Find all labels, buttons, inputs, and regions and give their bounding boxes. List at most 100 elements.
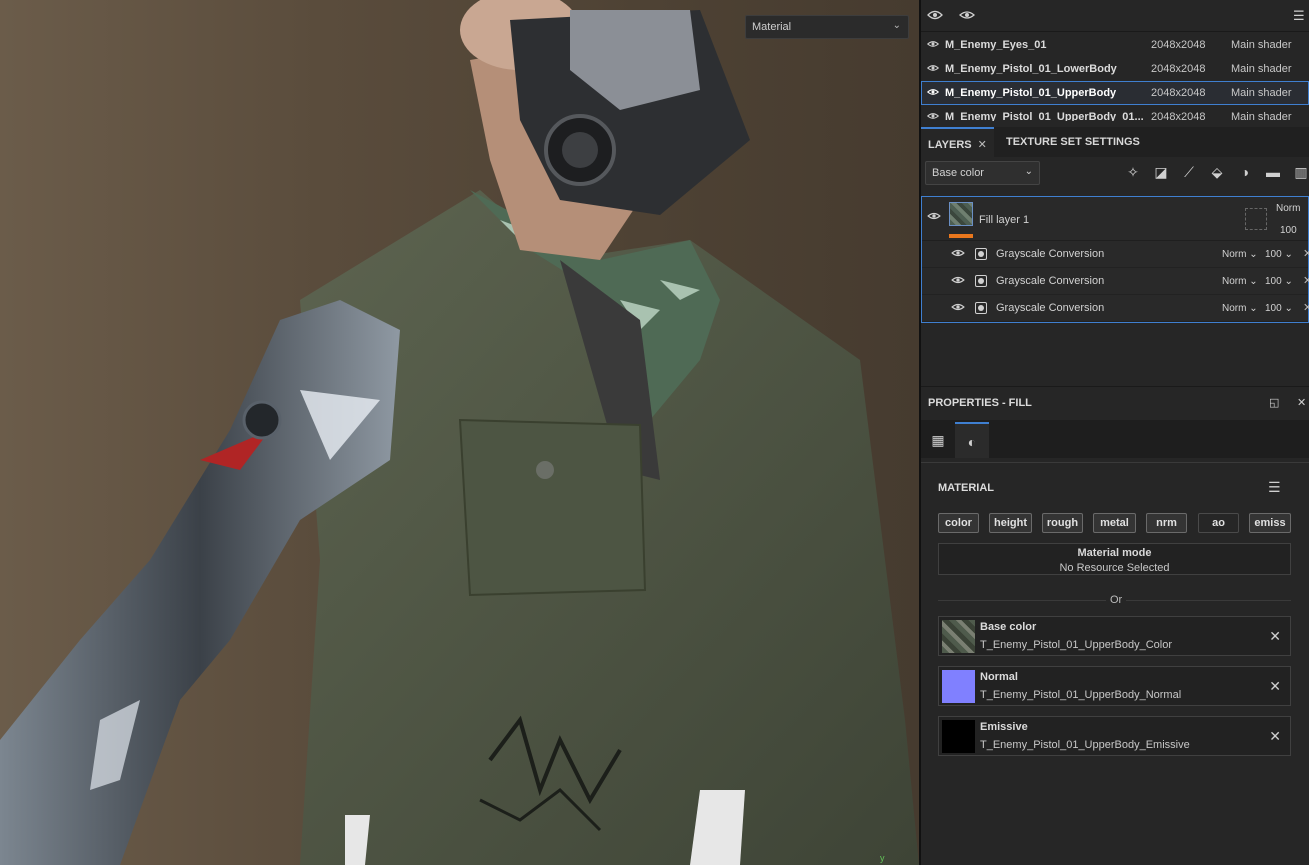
- channel-toggle-emiss[interactable]: emiss: [1249, 513, 1291, 533]
- effect-opacity-value: 100: [1265, 303, 1282, 314]
- channel-toggle-height[interactable]: height: [989, 513, 1032, 533]
- axis-gizmo-y: y: [880, 853, 885, 863]
- texture-set-resolution: 2048x2048: [1151, 87, 1206, 99]
- texture-set-resolution: 2048x2048: [1151, 39, 1206, 51]
- effect-opacity[interactable]: 100 ⌄: [1265, 276, 1293, 287]
- close-icon[interactable]: ✕: [1303, 301, 1309, 314]
- magic-wand-icon[interactable]: ✧: [1124, 164, 1142, 182]
- texture-set-row[interactable]: M_Enemy_Pistol_01_UpperBody_01... 2048x2…: [921, 105, 1309, 121]
- slot-name: Normal: [980, 671, 1018, 683]
- delete-icon[interactable]: ▥: [1292, 164, 1309, 182]
- texture-slot-base-color[interactable]: Base color T_Enemy_Pistol_01_UpperBody_C…: [938, 616, 1291, 656]
- texture-set-shader: Main shader: [1231, 111, 1292, 121]
- texture-set-row[interactable]: M_Enemy_Pistol_01_LowerBody 2048x2048 Ma…: [921, 57, 1309, 81]
- properties-tab-bar: ▦ ◐: [921, 420, 1309, 458]
- effect-opacity[interactable]: 100 ⌄: [1265, 303, 1293, 314]
- effect-blend-mode[interactable]: Norm ⌄: [1222, 276, 1258, 287]
- effect-row[interactable]: Grayscale Conversion Norm ⌄ 100 ⌄ ✕: [922, 268, 1309, 295]
- chevron-down-icon: ⌄: [892, 20, 901, 31]
- close-icon[interactable]: ✕: [1303, 274, 1309, 287]
- effect-name: Grayscale Conversion: [996, 248, 1105, 260]
- tab-fill-settings[interactable]: ▦: [921, 422, 955, 458]
- close-icon[interactable]: ✕: [1297, 396, 1306, 409]
- close-icon[interactable]: ✕: [1303, 247, 1309, 260]
- effect-name: Grayscale Conversion: [996, 275, 1105, 287]
- eye-icon[interactable]: [959, 8, 975, 25]
- effect-row[interactable]: Grayscale Conversion Norm ⌄ 100 ⌄ ✕: [922, 241, 1309, 268]
- texture-set-name: M_Enemy_Eyes_01: [945, 39, 1047, 51]
- material-mode-value: No Resource Selected: [1059, 562, 1170, 574]
- add-mask-icon[interactable]: ◪: [1152, 164, 1170, 182]
- channel-toggle-metal[interactable]: metal: [1093, 513, 1136, 533]
- right-panel: ☰ M_Enemy_Eyes_01 2048x2048 Main shader …: [921, 0, 1309, 865]
- close-icon[interactable]: ✕: [1269, 728, 1281, 745]
- tab-material[interactable]: ◐: [955, 422, 989, 458]
- channel-select[interactable]: Base color ⌄: [925, 161, 1040, 185]
- 3d-viewport[interactable]: Material ⌄ y: [0, 0, 919, 865]
- layer-blend-mode[interactable]: Norm: [1276, 203, 1300, 214]
- effect-opacity-value: 100: [1265, 276, 1282, 287]
- material-mode-slot[interactable]: Material mode No Resource Selected: [938, 543, 1291, 575]
- effect-blend-value: Norm: [1222, 276, 1247, 287]
- properties-title: PROPERTIES - FILL: [928, 397, 1032, 409]
- fill-layer-thumbnail: [949, 202, 973, 226]
- eye-icon[interactable]: [927, 211, 941, 224]
- fill-bucket-icon[interactable]: ⬙: [1208, 164, 1226, 182]
- eye-icon[interactable]: [926, 39, 940, 52]
- material-mode-label: Material mode: [1077, 547, 1152, 559]
- texture-set-shader: Main shader: [1231, 39, 1292, 51]
- material-section: MATERIAL ☰ color height rough metal nrm …: [921, 462, 1309, 865]
- close-icon[interactable]: ✕: [978, 139, 987, 151]
- viewport-mode-select[interactable]: Material ⌄: [745, 15, 909, 39]
- channel-toggle-rough[interactable]: rough: [1042, 513, 1083, 533]
- filter-icon: [975, 248, 987, 260]
- viewport-mode-value: Material: [752, 21, 792, 33]
- texture-set-shader: Main shader: [1231, 87, 1292, 99]
- texture-set-row[interactable]: M_Enemy_Eyes_01 2048x2048 Main shader: [921, 33, 1309, 57]
- folder-icon[interactable]: ▬: [1264, 164, 1282, 182]
- close-icon[interactable]: ✕: [1269, 678, 1281, 695]
- chevron-down-icon: ⌄: [1024, 166, 1033, 177]
- settings-grid-icon: ▦: [931, 432, 945, 448]
- texture-set-row-selected[interactable]: M_Enemy_Pistol_01_UpperBody 2048x2048 Ma…: [921, 81, 1309, 105]
- texture-slot-normal[interactable]: Normal T_Enemy_Pistol_01_UpperBody_Norma…: [938, 666, 1291, 706]
- smart-material-icon[interactable]: ◑: [1236, 164, 1254, 182]
- close-icon[interactable]: ✕: [1269, 628, 1281, 645]
- eye-icon[interactable]: [951, 302, 965, 315]
- effect-opacity[interactable]: 100 ⌄: [1265, 249, 1293, 260]
- effect-row[interactable]: Grayscale Conversion Norm ⌄ 100 ⌄ ✕: [922, 295, 1309, 322]
- list-menu-icon[interactable]: ☰: [1293, 8, 1305, 24]
- eye-icon[interactable]: [926, 111, 940, 121]
- tab-layers-label: LAYERS: [928, 139, 972, 151]
- tab-texture-set-settings[interactable]: TEXTURE SET SETTINGS: [999, 127, 1147, 157]
- material-title: MATERIAL: [938, 482, 995, 494]
- undock-icon[interactable]: ◱: [1269, 396, 1279, 409]
- effect-blend-mode[interactable]: Norm ⌄: [1222, 249, 1258, 260]
- channel-toggle-color[interactable]: color: [938, 513, 979, 533]
- tab-layers[interactable]: LAYERS ✕: [921, 127, 994, 157]
- texture-set-name: M_Enemy_Pistol_01_UpperBody_01...: [945, 111, 1144, 121]
- slot-file: T_Enemy_Pistol_01_UpperBody_Normal: [980, 689, 1182, 701]
- eye-icon[interactable]: [951, 275, 965, 288]
- texture-slot-emissive[interactable]: Emissive T_Enemy_Pistol_01_UpperBody_Emi…: [938, 716, 1291, 756]
- eye-refresh-icon[interactable]: [927, 8, 943, 25]
- channel-toggle-nrm[interactable]: nrm: [1146, 513, 1187, 533]
- properties-header: PROPERTIES - FILL ◱ ✕: [921, 386, 1309, 418]
- channel-toggle-ao[interactable]: ao: [1198, 513, 1239, 533]
- layer-mask-slot[interactable]: [1245, 208, 1267, 230]
- eye-icon[interactable]: [926, 87, 940, 100]
- effect-blend-mode[interactable]: Norm ⌄: [1222, 303, 1258, 314]
- or-separator: Or: [1106, 594, 1127, 606]
- effect-blend-value: Norm: [1222, 303, 1247, 314]
- eye-icon[interactable]: [951, 248, 965, 261]
- material-sphere-icon: ◐: [967, 434, 977, 450]
- character-render: [0, 0, 919, 865]
- texture-set-shader: Main shader: [1231, 63, 1292, 75]
- paint-brush-icon[interactable]: ⟋: [1180, 164, 1198, 182]
- filter-icon: [975, 275, 987, 287]
- list-menu-icon[interactable]: ☰: [1268, 479, 1281, 496]
- layer-opacity[interactable]: 100: [1280, 225, 1297, 236]
- fill-layer-row[interactable]: Fill layer 1 Norm 100: [922, 197, 1308, 241]
- eye-icon[interactable]: [926, 63, 940, 76]
- layer-name: Fill layer 1: [979, 214, 1030, 226]
